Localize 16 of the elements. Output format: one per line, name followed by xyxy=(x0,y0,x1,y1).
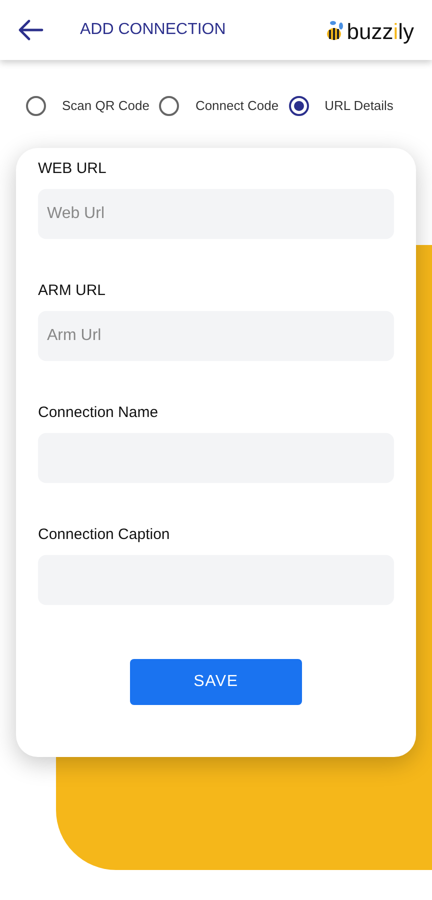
option-label[interactable]: Connect Code xyxy=(195,96,279,116)
option-label[interactable]: URL Details xyxy=(324,96,394,116)
option-label[interactable]: Scan QR Code xyxy=(62,96,150,116)
radio-button[interactable] xyxy=(26,96,46,116)
screen-title: ADD CONNECTION xyxy=(80,20,226,40)
field-label: WEB URL xyxy=(38,159,108,178)
back-icon[interactable] xyxy=(18,19,44,41)
radio-button[interactable] xyxy=(288,96,309,116)
save-button[interactable]: SAVE xyxy=(130,659,302,705)
field-label: Connection Name xyxy=(38,403,160,422)
input-field[interactable]: Web Url xyxy=(38,189,394,239)
input-field[interactable]: Arm Url xyxy=(38,311,394,361)
field-label: Connection Caption xyxy=(38,525,171,544)
radio-button[interactable] xyxy=(159,96,180,116)
field-label: ARM URL xyxy=(38,281,107,300)
brand-logo: buzzily xyxy=(346,21,414,43)
